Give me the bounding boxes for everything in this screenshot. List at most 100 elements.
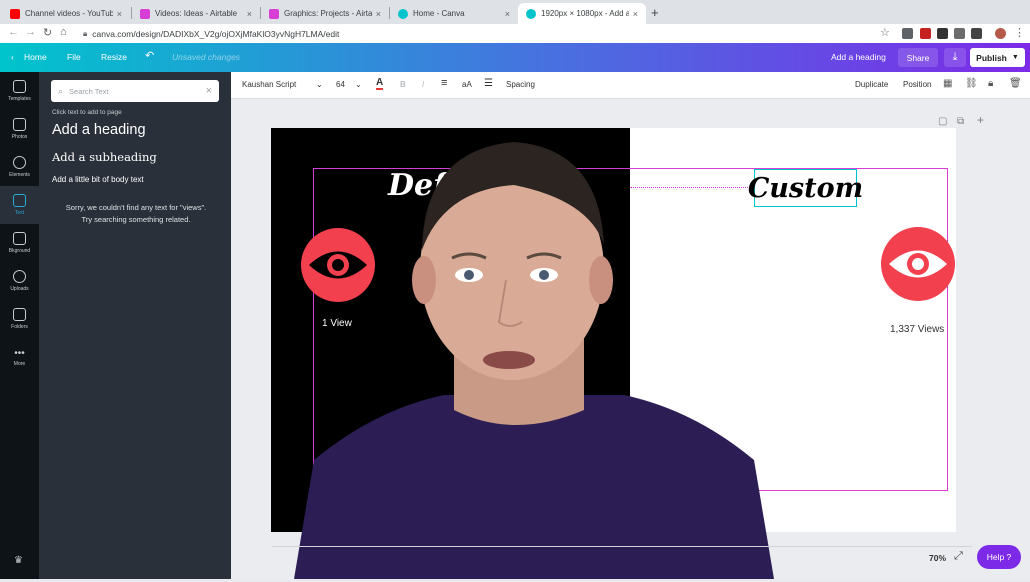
photos-icon [13,118,26,131]
elements-icon [13,156,26,169]
rail-background[interactable]: Bkground [0,224,39,262]
rail-photos[interactable]: Photos [0,110,39,148]
eye-icon[interactable] [881,227,955,301]
rail-templates[interactable]: Templates [0,72,39,110]
notes-icon[interactable]: ▢ [938,116,947,127]
design-title[interactable]: Add a heading [831,52,886,62]
rail-more[interactable]: ••• More [0,338,39,376]
chevron-down-icon[interactable]: ⌄ [316,80,323,89]
publish-button[interactable]: Publish ▼ [970,48,1025,67]
editor-toolbar: Kaushan Script ⌄ 64 ⌄ A B I ≡ aA ☰ Spaci… [231,72,1030,99]
close-tab-icon[interactable]: × [117,9,122,19]
url-field[interactable]: 🔒︎ canva.com/design/DADIXbX_V2g/ojOXjMfa… [78,25,868,42]
browser-menu-icon[interactable]: ⋮ [1014,26,1025,39]
rail-uploads[interactable]: Uploads [0,262,39,300]
uploads-icon [13,270,26,283]
share-button[interactable]: Share [898,48,938,67]
text-color-icon[interactable]: A [376,78,384,90]
back-arrow-icon[interactable]: ← [8,26,19,38]
canva-header: ‹ Home File Resize ↶ Unsaved changes Add… [0,43,1030,72]
bold-button[interactable]: B [400,80,406,89]
chevron-left-icon[interactable]: ‹ [11,52,14,62]
browser-tab[interactable]: Videos: Ideas - Airtable × [132,3,260,24]
close-tab-icon[interactable]: × [505,9,510,19]
empty-results-message: Sorry, we couldn't find any text for "vi… [65,203,207,224]
extension-icon[interactable] [954,28,965,39]
bookmark-star-icon[interactable]: ☆ [880,26,890,39]
close-tab-icon[interactable]: × [376,9,381,19]
folders-icon [13,308,26,321]
templates-icon [13,80,26,93]
new-tab-button[interactable]: + [651,5,659,20]
side-nav-rail: Templates Photos Elements Text Bkground … [0,72,39,579]
transparency-icon[interactable]: ▦ [943,78,952,89]
help-button[interactable]: Help ? [977,545,1021,569]
browser-tab[interactable]: Graphics: Projects - Airtable × [261,3,389,24]
extension-icon[interactable] [920,28,931,39]
link-icon[interactable]: ⛓ [965,78,978,89]
forward-arrow-icon[interactable]: → [25,26,36,38]
home-icon[interactable]: ⌂ [60,26,67,38]
download-icon[interactable]: ⤓ [944,48,966,67]
rail-elements[interactable]: Elements [0,148,39,186]
url-text: canva.com/design/DADIXbX_V2g/ojOXjMfaKlO… [92,28,340,39]
add-subheading-button[interactable]: Add a subheading [52,150,157,164]
presenter-webcam-overlay [284,130,784,579]
chevron-down-icon: ▼ [1011,54,1019,61]
rail-folders[interactable]: Folders [0,300,39,338]
search-placeholder: Search Text [69,86,109,96]
undo-icon[interactable]: ↶ [145,49,154,62]
add-body-text-button[interactable]: Add a little bit of body text [52,175,144,184]
chevron-down-icon[interactable]: ⌄ [355,80,362,89]
search-icon: ⌕ [58,85,64,96]
text-icon [13,194,26,207]
view-count-label[interactable]: 1,337 Views [890,324,944,335]
browser-tab[interactable]: Channel videos - YouTube Stu × [2,3,130,24]
fullscreen-icon[interactable]: ⤢ [954,550,963,563]
list-icon[interactable]: ☰ [484,78,493,89]
add-heading-button[interactable]: Add a heading [52,122,146,138]
browser-tab-active[interactable]: 1920px × 1080px - Add a hea × [518,3,646,24]
trash-icon[interactable]: 🗑︎ [1009,78,1022,89]
extension-icon[interactable] [971,28,982,39]
position-button[interactable]: Position [903,80,931,89]
profile-avatar[interactable] [995,28,1006,39]
page-scroller[interactable] [272,546,972,566]
more-dots-icon: ••• [14,347,25,359]
airtable-favicon-icon [140,8,150,19]
lock-icon[interactable]: 🔒︎ [988,78,993,89]
file-menu-button[interactable]: File [67,52,81,62]
canva-favicon-icon [526,8,536,19]
extension-icon[interactable] [902,28,913,39]
panel-hint: Click text to add to page [52,109,122,116]
airtable-favicon-icon [269,8,279,19]
home-button[interactable]: Home [24,52,47,62]
copy-page-icon[interactable]: ⧉ [957,116,964,127]
resize-button[interactable]: Resize [101,52,127,62]
add-page-icon[interactable]: + [977,113,984,127]
align-center-icon[interactable]: ≡ [441,77,447,89]
browser-tab[interactable]: Home - Canva × [390,3,518,24]
extension-icon[interactable] [937,28,948,39]
clear-search-icon[interactable]: × [206,85,212,97]
text-case-button[interactable]: aA [462,80,472,89]
duplicate-button[interactable]: Duplicate [855,80,888,89]
rail-text[interactable]: Text [0,186,39,224]
search-input[interactable]: ⌕ Search Text × [51,80,219,102]
lock-icon: 🔒︎ [83,28,88,38]
youtube-favicon-icon [10,8,20,19]
reload-icon[interactable]: ↻ [43,26,52,39]
crown-icon[interactable]: ♛ [14,555,23,566]
font-family-select[interactable]: Kaushan Script [242,80,296,89]
zoom-level[interactable]: 70% [929,553,946,563]
save-status: Unsaved changes [172,52,241,62]
italic-button[interactable]: I [422,80,424,89]
background-icon [13,232,26,245]
browser-address-bar: ← → ↻ ⌂ 🔒︎ canva.com/design/DADIXbX_V2g/… [0,24,1030,43]
text-panel: ⌕ Search Text × Click text to add to pag… [39,72,231,579]
canva-favicon-icon [398,8,408,19]
close-tab-icon[interactable]: × [247,9,252,19]
close-tab-icon[interactable]: × [633,9,638,19]
font-size-select[interactable]: 64 [336,80,345,89]
spacing-button[interactable]: Spacing [506,80,535,89]
